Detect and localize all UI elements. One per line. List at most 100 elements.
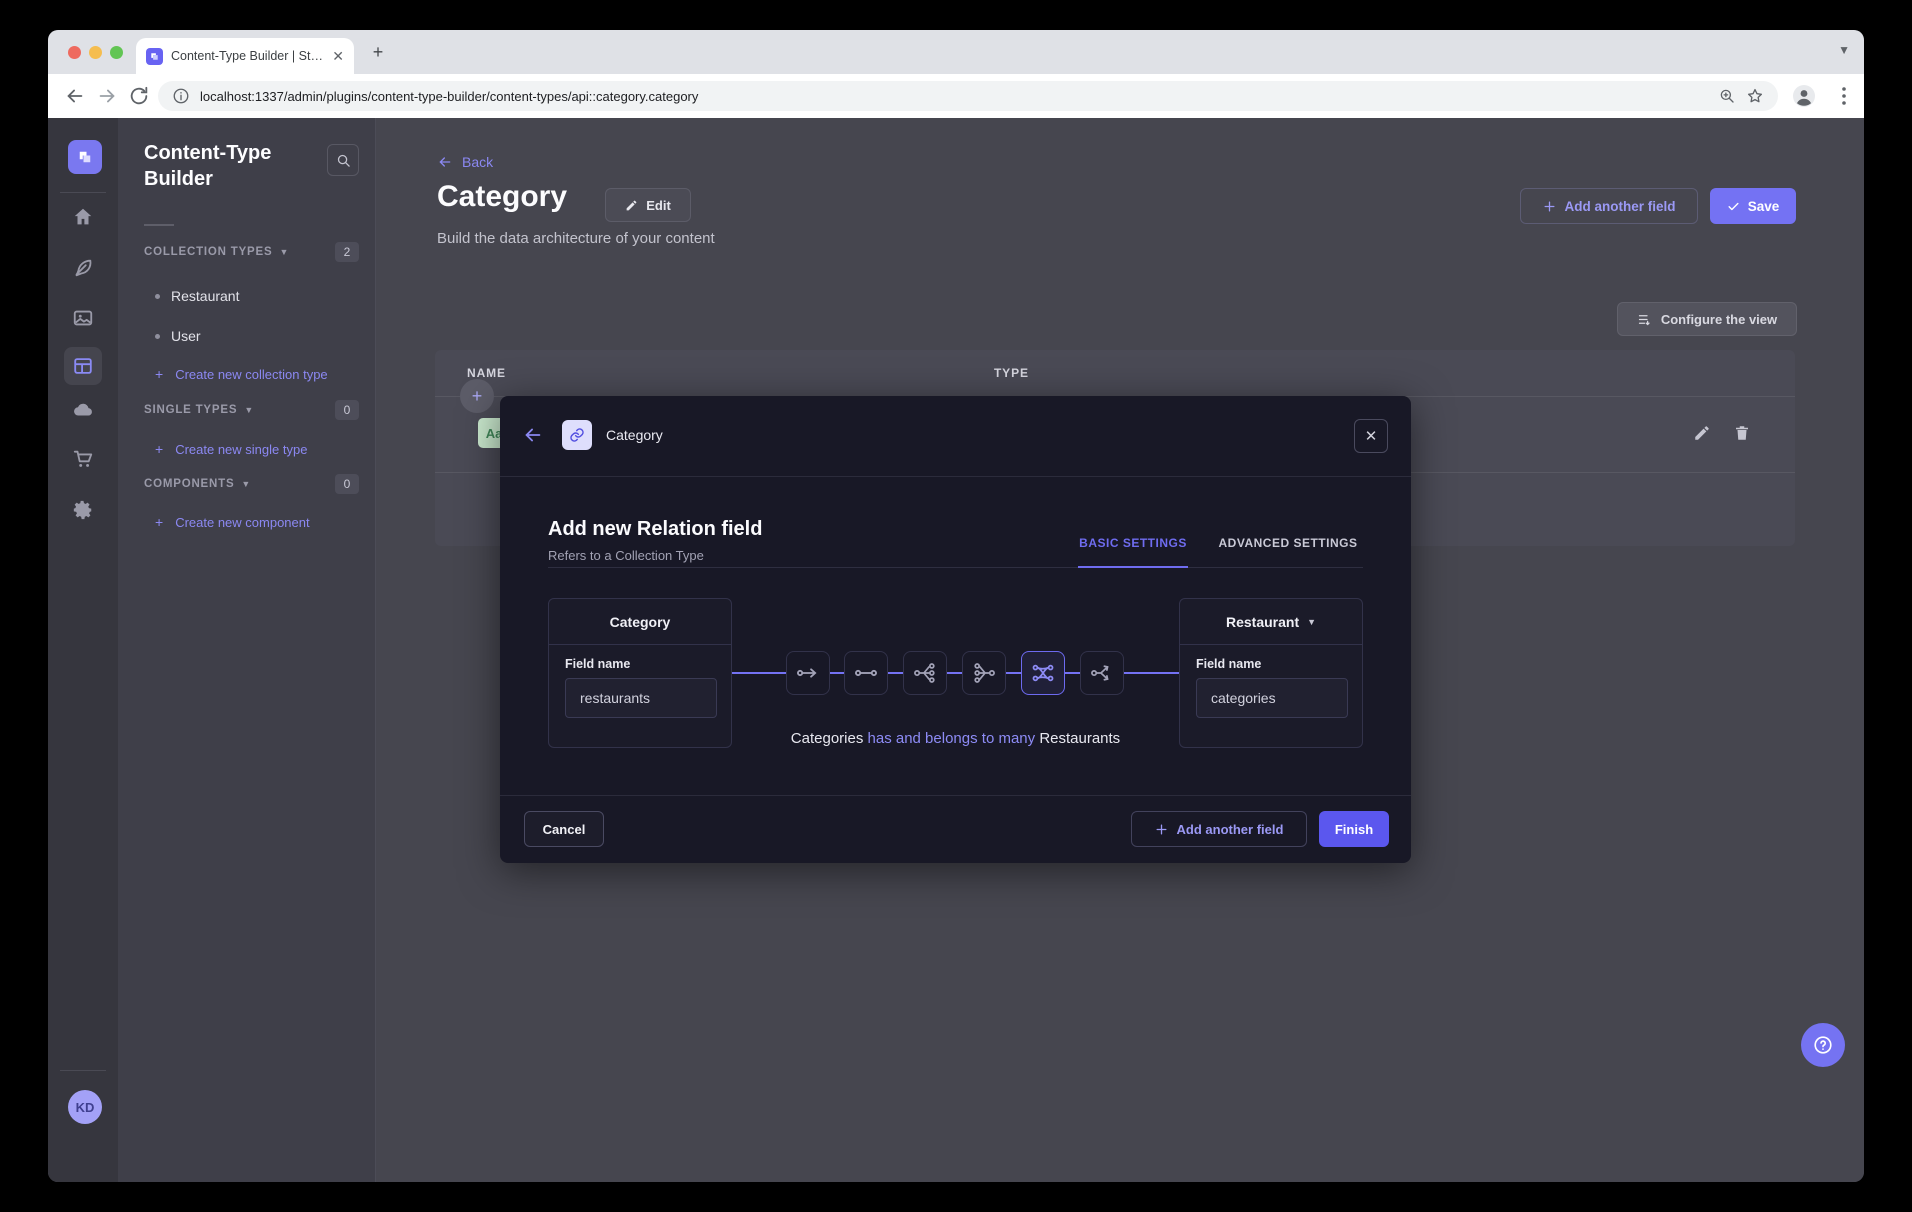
section-single-types[interactable]: SINGLE TYPES ▼ 0: [144, 400, 359, 420]
panel-title: Content-Type Builder: [144, 140, 314, 192]
deploy-cloud-icon[interactable]: [72, 399, 94, 421]
back-link[interactable]: Back: [437, 154, 493, 170]
close-window-button[interactable]: [68, 46, 81, 59]
tabs-divider: [548, 567, 1363, 568]
search-button[interactable]: [327, 144, 359, 176]
media-library-icon[interactable]: [72, 307, 94, 329]
url-bar[interactable]: localhost:1337/admin/plugins/content-typ…: [158, 81, 1778, 111]
plus-icon: +: [155, 514, 163, 530]
content-type-builder-nav-item[interactable]: [64, 347, 102, 385]
configure-view-button[interactable]: Configure the view: [1617, 302, 1797, 336]
marketplace-cart-icon[interactable]: [72, 448, 94, 470]
edit-row-pencil-icon[interactable]: [1693, 424, 1711, 442]
chevron-down-icon: ▼: [241, 479, 250, 489]
url-text[interactable]: localhost:1337/admin/plugins/content-typ…: [200, 89, 1708, 104]
target-type-card: Restaurant ▼ Field name: [1179, 598, 1363, 748]
modal-back-arrow-icon[interactable]: [522, 424, 544, 446]
bullet-icon: [155, 334, 160, 339]
relation-one-to-many-button[interactable]: [903, 651, 947, 695]
table-header: NAME TYPE: [435, 350, 1795, 396]
field-name-label: Field name: [1196, 657, 1362, 671]
create-label: Create new collection type: [175, 367, 327, 382]
sidebar-item-user[interactable]: User: [155, 326, 201, 346]
source-field-name-input[interactable]: [565, 678, 717, 718]
zoom-page-icon[interactable]: [1718, 87, 1736, 105]
target-field-name-input[interactable]: [1196, 678, 1348, 718]
rail-divider: [60, 192, 106, 193]
plus-icon: [1155, 823, 1168, 836]
relation-sentence: Categories has and belongs to many Resta…: [548, 730, 1363, 747]
plus-circle-icon[interactable]: +: [460, 379, 494, 413]
create-label: Create new component: [175, 515, 309, 530]
tab-title: Content-Type Builder | Strapi: [171, 49, 324, 63]
content-type-builder-panel: Content-Type Builder COLLECTION TYPES ▼ …: [118, 118, 376, 1182]
relation-many-way-button[interactable]: [1080, 651, 1124, 695]
relation-link-icon: [562, 420, 592, 450]
relation-one-way-button[interactable]: [786, 651, 830, 695]
tab-advanced-settings[interactable]: ADVANCED SETTINGS: [1212, 536, 1364, 550]
add-another-field-modal-button[interactable]: Add another field: [1131, 811, 1307, 847]
profile-avatar-icon[interactable]: [1792, 84, 1816, 108]
back-nav-icon[interactable]: [64, 85, 86, 107]
configure-label: Configure the view: [1661, 312, 1777, 327]
plus-icon: +: [155, 366, 163, 382]
save-label: Save: [1748, 199, 1780, 214]
section-collection-types[interactable]: COLLECTION TYPES ▼ 2: [144, 242, 359, 262]
section-components[interactable]: COMPONENTS ▼ 0: [144, 474, 359, 494]
home-icon[interactable]: [72, 206, 94, 228]
bookmark-star-icon[interactable]: [1746, 87, 1764, 105]
panel-divider: [144, 224, 174, 226]
save-button[interactable]: Save: [1710, 188, 1796, 224]
user-avatar[interactable]: KD: [68, 1090, 102, 1124]
relation-many-to-one-button[interactable]: [962, 651, 1006, 695]
reload-icon[interactable]: [128, 85, 150, 107]
relation-one-to-one-button[interactable]: [844, 651, 888, 695]
create-single-type-link[interactable]: + Create new single type: [155, 439, 307, 459]
relation-source-label: Categories: [791, 730, 864, 747]
edit-label: Edit: [646, 198, 671, 213]
strapi-logo[interactable]: [68, 140, 102, 174]
cancel-button[interactable]: Cancel: [524, 811, 604, 847]
target-type-select[interactable]: Restaurant ▼: [1180, 599, 1362, 645]
item-label: User: [171, 328, 201, 344]
section-label: COMPONENTS: [144, 478, 234, 490]
content-manager-feather-icon[interactable]: [72, 257, 94, 279]
browser-tab-bar: Content-Type Builder | Strapi ✕ + ▼: [48, 30, 1864, 74]
tab-close-icon[interactable]: ✕: [332, 48, 344, 65]
relation-verb-label: has and belongs to many: [868, 730, 1036, 747]
help-button[interactable]: [1801, 1023, 1845, 1067]
field-name-label: Field name: [565, 657, 731, 671]
relation-many-to-many-button[interactable]: [1021, 651, 1065, 695]
browser-menu-icon[interactable]: [1832, 84, 1856, 108]
browser-toolbar: localhost:1337/admin/plugins/content-typ…: [48, 74, 1864, 118]
pencil-icon: [625, 199, 638, 212]
create-component-link[interactable]: + Create new component: [155, 512, 310, 532]
add-another-field-header-button[interactable]: Add another field: [1520, 188, 1698, 224]
settings-gear-icon[interactable]: [72, 499, 94, 521]
modal-subheading: Refers to a Collection Type: [548, 548, 704, 563]
screenshot-stage: Content-Type Builder | Strapi ✕ + ▼ loca…: [0, 0, 1912, 1212]
new-tab-button[interactable]: +: [368, 42, 388, 62]
column-type: TYPE: [994, 366, 1029, 380]
finish-button[interactable]: Finish: [1319, 811, 1389, 847]
tab-search-chevron-icon[interactable]: ▼: [1838, 43, 1850, 57]
close-icon[interactable]: ✕: [1354, 419, 1388, 453]
section-count-badge: 0: [335, 400, 359, 420]
edit-button[interactable]: Edit: [605, 188, 691, 222]
section-count-badge: 2: [335, 242, 359, 262]
tab-basic-settings[interactable]: BASIC SETTINGS: [1078, 536, 1188, 550]
chevron-down-icon: ▼: [279, 247, 288, 257]
minimize-window-button[interactable]: [89, 46, 102, 59]
back-label: Back: [462, 154, 493, 170]
check-icon: [1727, 200, 1740, 213]
create-collection-type-link[interactable]: + Create new collection type: [155, 364, 328, 384]
forward-nav-icon[interactable]: [96, 85, 118, 107]
delete-row-trash-icon[interactable]: [1733, 424, 1751, 442]
site-info-icon[interactable]: [172, 87, 190, 105]
zoom-window-button[interactable]: [110, 46, 123, 59]
sidebar-item-restaurant[interactable]: Restaurant: [155, 286, 239, 306]
modal-heading: Add new Relation field: [548, 518, 762, 541]
item-label: Restaurant: [171, 288, 239, 304]
browser-tab[interactable]: Content-Type Builder | Strapi ✕: [136, 38, 354, 74]
modal-title: Category: [606, 427, 663, 443]
